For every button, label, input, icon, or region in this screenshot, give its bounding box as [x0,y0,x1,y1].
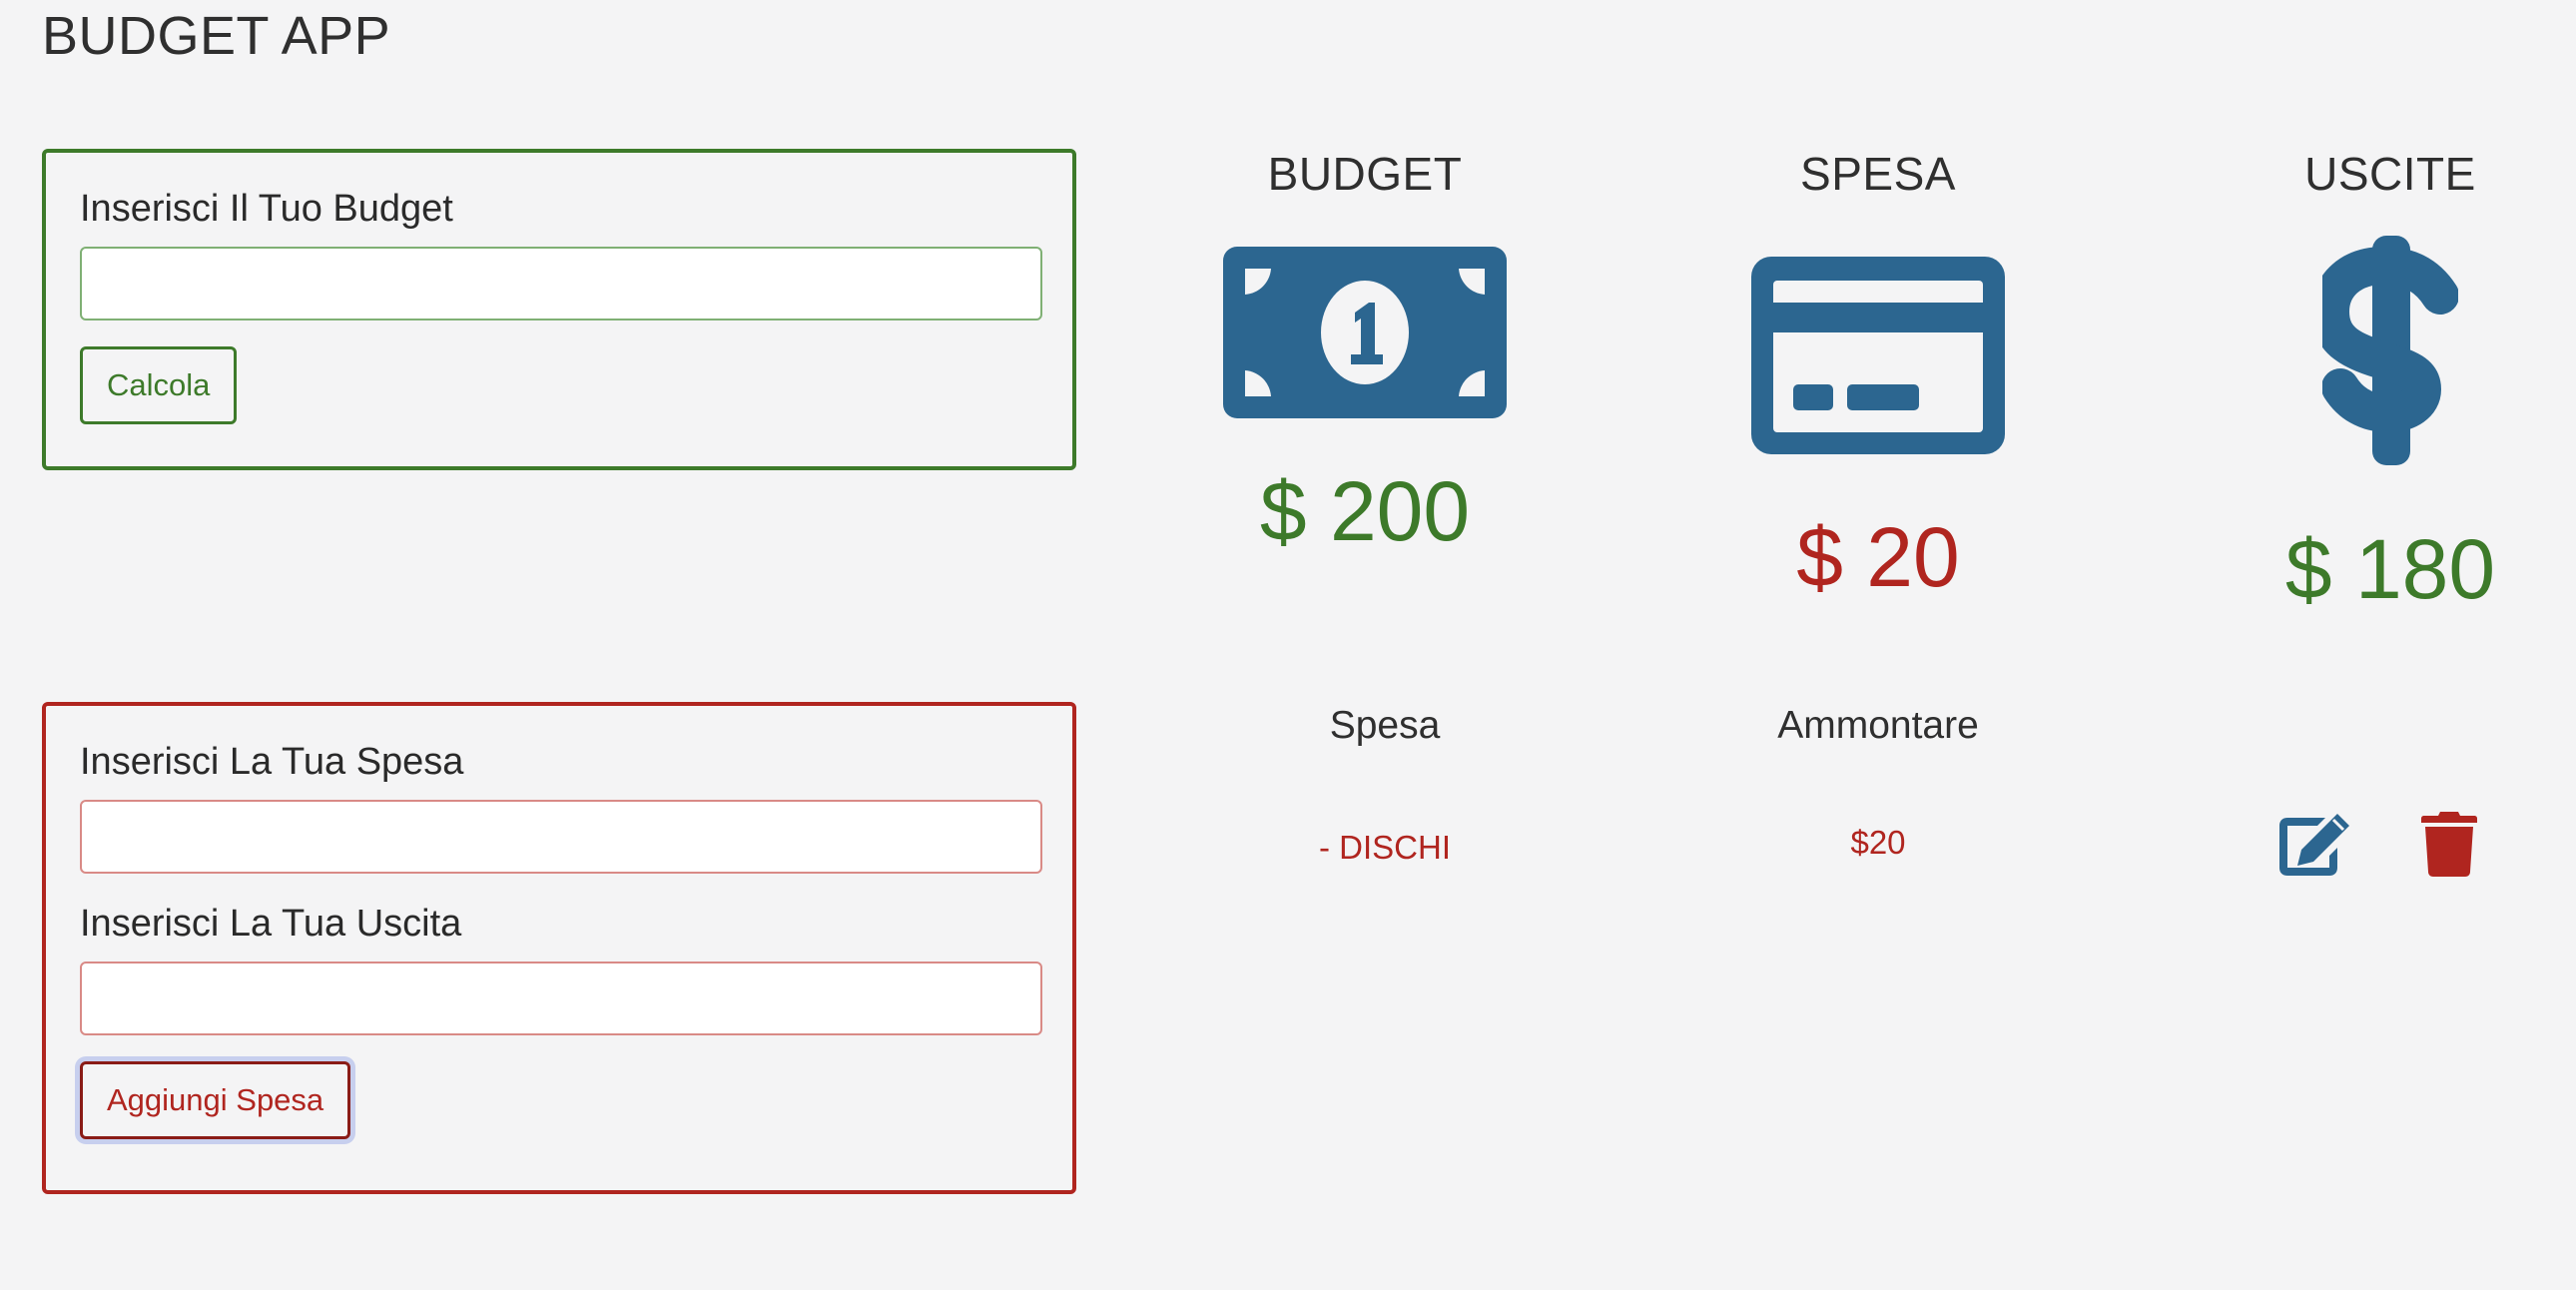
expense-amount-label: Inserisci La Tua Uscita [80,903,462,945]
budget-input-label: Inserisci Il Tuo Budget [80,188,453,230]
expense-name-label: Inserisci La Tua Spesa [80,741,464,783]
budget-form: Inserisci Il Tuo Budget Calcola [42,149,1076,470]
expense-amount: $ 20 [1796,510,1960,604]
budget-summary: BUDGET $ 200 [1155,146,1575,565]
expense-summary: SPESA $ 20 [1668,146,2088,615]
credit-card-icon [1751,257,2005,454]
balance-amount: $ 180 [2284,522,2496,616]
expense-summary-title: SPESA [1800,148,1956,200]
balance-summary: USCITE $ 180 [2181,146,2576,625]
dollar-sign-icon [2322,236,2458,465]
budget-input[interactable] [80,247,1042,321]
expense-item-name: - DISCHI [1319,829,1451,866]
balance-summary-title: USCITE [2304,148,2476,200]
banknote-icon [1223,247,1507,418]
add-expense-button[interactable]: Aggiungi Spesa [80,1061,351,1139]
expense-amount-input[interactable] [80,962,1042,1035]
app-title: BUDGET APP [42,6,391,66]
trash-icon[interactable] [2420,810,2478,878]
budget-amount: $ 200 [1259,464,1471,558]
edit-icon[interactable] [2277,810,2353,878]
expense-item-amount: $20 [1850,824,1906,861]
calcola-button[interactable]: Calcola [80,346,238,424]
expense-form: Inserisci La Tua Spesa Inserisci La Tua … [42,702,1076,1194]
expense-name-input[interactable] [80,800,1042,874]
list-header-name: Spesa [1329,704,1441,747]
list-header-amount: Ammontare [1777,704,1979,747]
budget-summary-title: BUDGET [1267,148,1463,200]
